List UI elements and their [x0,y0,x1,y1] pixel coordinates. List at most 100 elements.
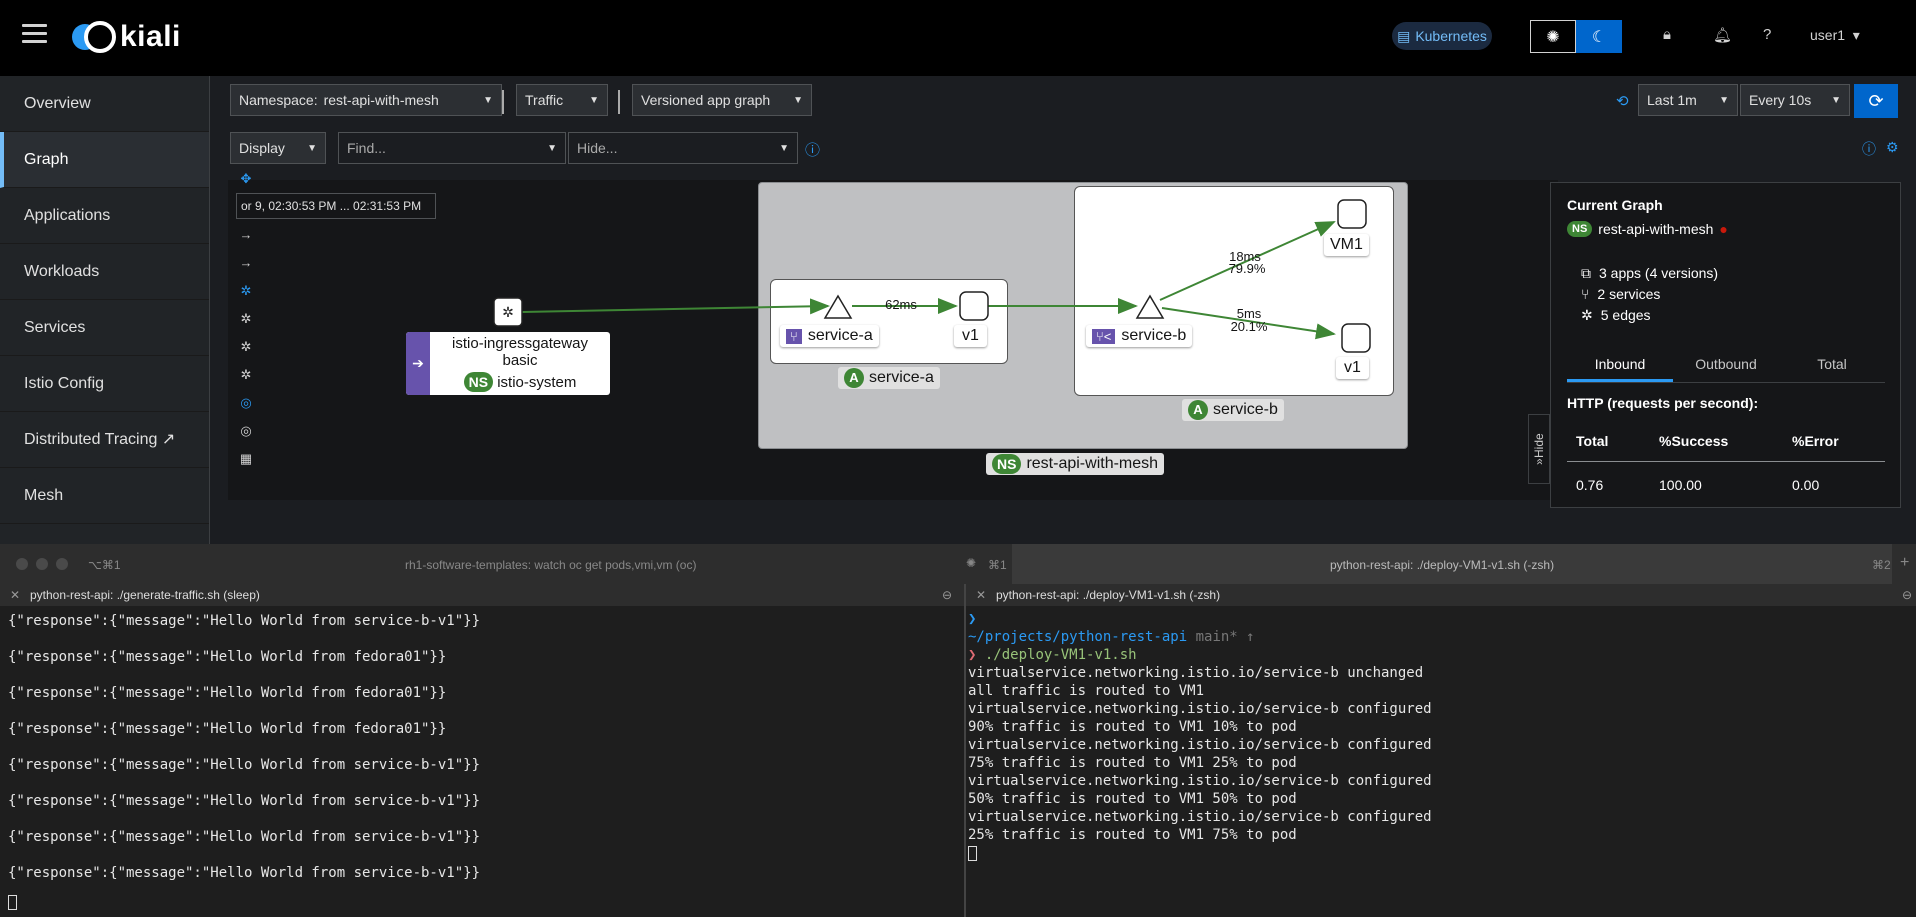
close-icon[interactable]: ✕ [976,584,986,606]
namespace-label[interactable]: NS rest-api-with-mesh [986,453,1165,475]
service-b-node[interactable] [1135,294,1165,319]
edges-icon: ✲ [1581,307,1593,323]
prompt-marker: ❯ [968,611,977,627]
output-line: {"response":{"message":"Hello World from… [8,685,447,701]
col-error: %Error [1792,433,1839,449]
http-heading: HTTP (requests per second): [1567,395,1759,411]
activity-icon: ✺ [966,556,977,570]
ingress-gateway-node[interactable]: ➔ istio-ingressgateway basic NS istio-sy… [406,332,610,395]
traffic-tabs: Inbound Outbound Total [1567,349,1885,383]
tab-outbound[interactable]: Outbound [1673,349,1779,382]
apps-stat: ⧉ 3 apps (4 versions) [1581,265,1718,282]
output-line: all traffic is routed to VM1 [968,683,1205,699]
pane-header: ✕ python-rest-api: ./generate-traffic.sh … [0,584,964,606]
output-line: {"response":{"message":"Hello World from… [8,865,481,881]
edge-label-v1-pct: 20.1% [1231,319,1268,334]
service-icon: ⑂< [1092,328,1116,344]
ingress-namespace: istio-system [497,374,577,391]
apps-icon: ⧉ [1581,265,1591,281]
terminal-pane-right[interactable]: ✕ python-rest-api: ./deploy-VM1-v1.sh (-z… [966,584,1916,917]
hide-label: Hide [1532,433,1546,458]
terminal-tab-1[interactable]: rh1-software-templates: watch oc get pod… [405,558,696,572]
pane-menu-icon[interactable]: ⊖ [1902,584,1912,606]
edges-count: 5 edges [1600,307,1651,323]
terminal-pane-left[interactable]: ✕ python-rest-api: ./generate-traffic.sh … [0,584,964,917]
app-badge: A [1188,400,1208,420]
service-b-label[interactable]: ⑂< service-b [1086,325,1193,347]
app-label-service-a[interactable]: Aservice-a [838,367,940,389]
output-line: {"response":{"message":"Hello World from… [8,757,481,773]
output-line: 50% traffic is routed to VM1 50% to pod [968,791,1297,807]
table-divider [1567,461,1885,462]
minimize-light[interactable] [36,558,48,570]
terminal-output-left: {"response":{"message":"Hello World from… [0,606,964,900]
panel-title: Current Graph [1567,197,1663,213]
service-a-v1-node[interactable] [959,291,989,321]
panel-namespace-name[interactable]: rest-api-with-mesh [1598,221,1713,237]
output-line: virtualservice.networking.istio.io/servi… [968,701,1432,717]
output-line: {"response":{"message":"Hello World from… [8,649,447,665]
app-label-service-b[interactable]: Aservice-b [1182,399,1284,421]
window-controls [16,558,68,570]
close-light[interactable] [16,558,28,570]
edges-stat: ✲ 5 edges [1581,307,1651,324]
terminal-tab-2-title: python-rest-api: ./deploy-VM1-v1.sh (-zs… [1330,558,1555,572]
service-a-v1-label[interactable]: v1 [954,325,987,347]
new-tab-icon[interactable]: + [1900,554,1909,572]
terminal-output-right: ❯ ~/projects/python-rest-api main* ↑ ❯ .… [966,606,1916,862]
edge-label-vm1-pct: 79.9% [1229,261,1266,276]
terminal-cursor [8,894,17,910]
col-total: Total [1576,433,1609,449]
gateway-icon: ✲ [502,304,514,320]
hide-panel-button[interactable]: » Hide [1528,414,1550,484]
close-icon[interactable]: ✕ [10,584,20,606]
pane-header: ✕ python-rest-api: ./deploy-VM1-v1.sh (-z… [966,584,1916,606]
service-b-v1-node[interactable] [1341,323,1371,353]
prompt-path: ~/projects/python-rest-api [968,629,1188,645]
edge-ingress-service-a[interactable] [521,298,830,315]
output-line: {"response":{"message":"Hello World from… [8,829,481,845]
output-line: {"response":{"message":"Hello World from… [8,721,447,737]
tab-total[interactable]: Total [1779,349,1885,382]
edge-label-service-a: 62ms [885,297,917,312]
tab-inbound[interactable]: Inbound [1567,349,1673,382]
output-line: 75% traffic is routed to VM1 25% to pod [968,755,1297,771]
panel-namespace: NS rest-api-with-mesh ● [1567,221,1728,237]
vm1-label[interactable]: VM1 [1324,234,1369,256]
prompt-branch: main* ↑ [1195,629,1255,645]
pane-title: python-rest-api: ./deploy-VM1-v1.sh (-zs… [996,588,1221,602]
service-a-node[interactable] [823,294,853,319]
app-badge: A [844,368,864,388]
ns-badge: NS [1567,221,1593,237]
value-error: 0.00 [1792,477,1820,493]
ns-badge: NS [463,372,494,392]
service-a-name: service-a [807,327,873,344]
services-stat: ⑂ 2 services [1581,286,1660,302]
services-icon: ⑂ [1581,286,1590,302]
terminal-window: ⌥⌘1 rh1-software-templates: watch oc get… [0,544,1916,917]
pane-title: python-rest-api: ./generate-traffic.sh (… [30,588,260,602]
output-line: virtualservice.networking.istio.io/servi… [968,665,1424,681]
service-a-label[interactable]: ⑂ service-a [780,325,879,347]
pane-menu-icon[interactable]: ⊖ [942,584,952,606]
zoom-light[interactable] [56,558,68,570]
vm1-node[interactable] [1337,199,1367,229]
service-b-name: service-b [1121,327,1187,344]
output-line: {"response":{"message":"Hello World from… [8,613,481,629]
error-icon: ● [1719,221,1728,237]
app-name: service-a [869,369,934,386]
value-total: 0.76 [1576,477,1604,493]
tab1-key: ⌘1 [988,558,1007,572]
prompt-line: ~/projects/python-rest-api main* ↑ [968,628,1916,646]
ingress-version: basic [502,352,538,369]
ns-badge: NS [992,454,1022,474]
tab2-key: ⌘2 [1872,558,1891,572]
summary-panel: Current Graph NS rest-api-with-mesh ● ⧉ 3 a… [1550,182,1901,508]
command-text: ./deploy-VM1-v1.sh [984,647,1137,663]
apps-count: 3 apps (4 versions) [1599,265,1719,281]
output-line: virtualservice.networking.istio.io/servi… [968,809,1432,825]
services-count: 2 services [1597,286,1661,302]
terminal-tabbar: ⌥⌘1 rh1-software-templates: watch oc get… [0,544,1916,584]
value-success: 100.00 [1659,477,1702,493]
service-b-v1-label[interactable]: v1 [1336,357,1369,379]
